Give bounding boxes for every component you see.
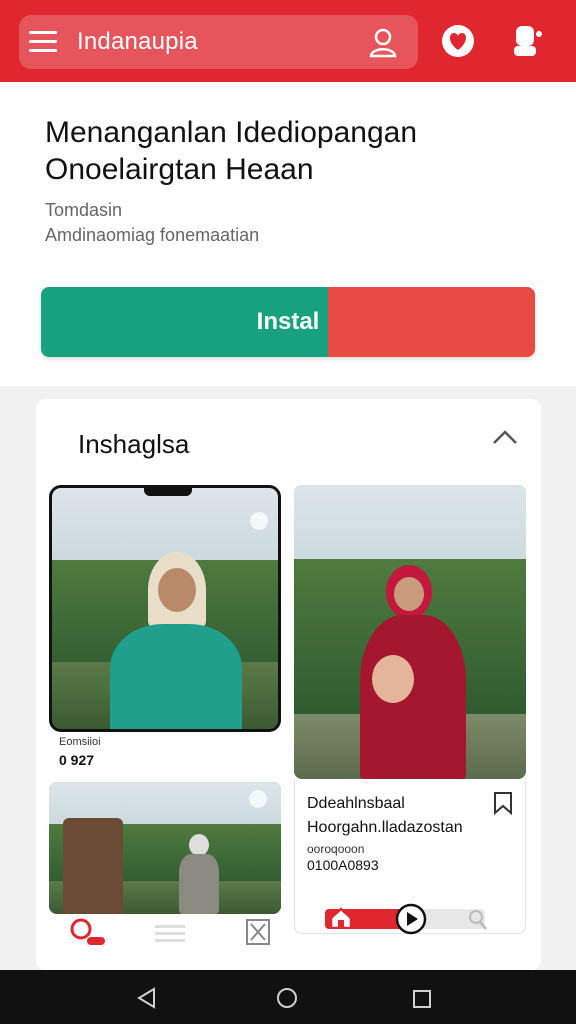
- recent-apps-icon[interactable]: [412, 989, 432, 1009]
- photo-child: [372, 655, 414, 703]
- home-icon[interactable]: [276, 987, 298, 1009]
- top-app-bar: Indanaupia: [0, 0, 576, 82]
- grid-icon[interactable]: [245, 918, 271, 946]
- home-icon[interactable]: [329, 907, 353, 929]
- install-button[interactable]: Instal: [41, 287, 535, 357]
- card-action-bar: [325, 903, 490, 935]
- developer-name: Tomdasin: [45, 200, 123, 220]
- profile-icon[interactable]: [512, 22, 544, 58]
- chevron-up-icon[interactable]: [492, 429, 518, 445]
- screenshots-section: Inshaglsa Eomsiioi 0 927 Ddeahlnsbaal Ho…: [36, 399, 541, 970]
- check-icon: [250, 512, 268, 530]
- photo-person-red-dress: [360, 615, 466, 779]
- search-bar[interactable]: Indanaupia: [19, 15, 418, 69]
- screenshot-card-2[interactable]: [294, 485, 526, 779]
- bookmark-icon[interactable]: [493, 791, 513, 815]
- photo-house: [63, 818, 123, 914]
- photo-person-dress: [110, 624, 242, 729]
- photo-person-elder: [189, 834, 209, 856]
- screenshot-card-1-caption: Eomsiioi 0 927: [49, 732, 281, 772]
- user-icon[interactable]: [368, 26, 398, 58]
- section-title: Inshaglsa: [78, 429, 190, 459]
- search-icon[interactable]: [69, 917, 107, 947]
- check-icon: [249, 790, 267, 808]
- back-icon[interactable]: [136, 987, 156, 1009]
- play-icon[interactable]: [395, 903, 427, 935]
- system-nav-bar: [0, 970, 576, 1024]
- card-bottom-icons: [49, 914, 281, 954]
- install-button-label: Instal: [256, 308, 320, 335]
- app-category: Amdinaomiag fonemaatian: [45, 225, 260, 245]
- search-icon[interactable]: [468, 909, 488, 931]
- app-title: Menanganlan Idediopangan Onoelairgtan He…: [45, 116, 417, 186]
- list-icon[interactable]: [153, 922, 187, 944]
- screenshot-card-3[interactable]: [49, 782, 281, 914]
- screenshot-card-1[interactable]: [49, 485, 281, 732]
- app-header-card: Menanganlan Idediopangan Onoelairgtan He…: [0, 82, 576, 386]
- screenshot-card-2-info: Ddeahlnsbaal Hoorgahn.lladazostan ooroqo…: [294, 779, 526, 935]
- heart-icon[interactable]: [441, 24, 475, 58]
- app-bar-title: Indanaupia: [77, 28, 198, 55]
- menu-icon[interactable]: [29, 29, 57, 55]
